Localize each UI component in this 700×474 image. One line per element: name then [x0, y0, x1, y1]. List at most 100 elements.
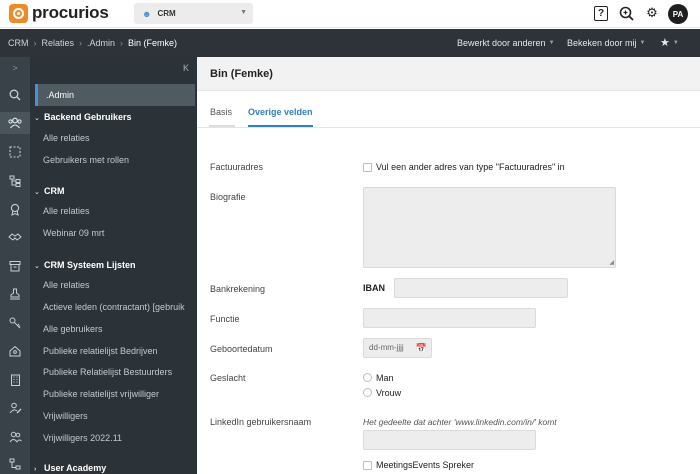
nav-group-label: CRM Systeem Lijsten: [44, 260, 136, 270]
chevron-down-icon: ▼: [672, 39, 679, 46]
user-edit-icon[interactable]: [0, 397, 30, 419]
breadcrumb-crm[interactable]: CRM: [8, 38, 29, 48]
linkedin-label: LinkedIn gebruikersnaam: [210, 417, 312, 427]
geboortedatum-label: Geboortedatum: [210, 344, 273, 354]
meetings-events-checkbox[interactable]: [363, 461, 372, 470]
nav-item-publieke-relatielijst-bedrijven[interactable]: Publieke relatielijst Bedrijven: [43, 346, 158, 356]
biografie-textarea[interactable]: ◢: [363, 187, 616, 268]
nav-item-admin[interactable]: .Admin: [35, 84, 195, 106]
resize-handle-icon[interactable]: ◢: [609, 259, 614, 266]
page-title: Bin (Femke): [210, 68, 273, 80]
edited-by-others-label: Bewerkt door anderen: [457, 38, 546, 48]
factuuradres-checkbox[interactable]: [363, 163, 372, 172]
nav-item-publieke-relatielijst-vrijwilliger[interactable]: Publieke relatielijst vrijwilliger: [43, 389, 159, 399]
chevron-down-icon: ⌄: [34, 189, 40, 196]
top-bar: procurios ☻ CRM ▼ ? ⚙ PA: [0, 0, 700, 28]
nav-item-alle-relaties[interactable]: Alle relaties: [43, 206, 90, 216]
factuuradres-checkbox-label[interactable]: Vul een ander adres van type "Factuuradr…: [376, 162, 565, 172]
breadcrumb-admin[interactable]: .Admin: [87, 38, 115, 48]
home-contact-icon[interactable]: [0, 340, 30, 362]
chevron-down-icon: ▼: [240, 9, 247, 16]
stamp-icon[interactable]: [0, 283, 30, 305]
procurios-logo-icon: [9, 3, 28, 23]
module-selector[interactable]: ☻ CRM ▼: [134, 3, 253, 24]
calendar-icon[interactable]: 📅: [416, 339, 427, 357]
nav-item-webinar[interactable]: Webinar 09 mrt: [43, 228, 104, 238]
nav-group-user-academy[interactable]: › User Academy: [30, 463, 106, 473]
zoom-search-icon[interactable]: [618, 5, 634, 21]
geslacht-option-man[interactable]: Man: [376, 373, 394, 383]
nav-item-gebruikers-met-rollen[interactable]: Gebruikers met rollen: [43, 155, 129, 165]
nav-panel: K .Admin ⌄ Backend Gebruikers Alle relati…: [30, 57, 197, 474]
factuuradres-label: Factuuradres: [210, 162, 264, 172]
nav-group-backend-gebruikers[interactable]: ⌄ Backend Gebruikers: [30, 112, 132, 122]
nav-group-label: Backend Gebruikers: [44, 112, 132, 122]
viewed-by-me-dropdown[interactable]: Bekeken door mij ▼: [567, 38, 646, 48]
geslacht-label: Geslacht: [210, 373, 246, 383]
chevron-down-icon: ▼: [639, 40, 646, 46]
nav-item-vrijwilligers[interactable]: Vrijwilligers: [43, 411, 88, 421]
award-icon[interactable]: [0, 198, 30, 220]
star-icon: ★: [660, 37, 670, 49]
geslacht-radio-vrouw[interactable]: [363, 388, 372, 397]
meetings-events-checkbox-label[interactable]: MeetingsEvents Spreker: [376, 460, 474, 470]
selection-icon[interactable]: [0, 141, 30, 163]
nav-group-label: User Academy: [44, 463, 107, 473]
breadcrumb-bar: CRM › Relaties › .Admin › Bin (Femke) Be…: [0, 29, 700, 57]
network-icon[interactable]: [0, 453, 30, 474]
favorite-star-dropdown[interactable]: ★ ▼: [660, 36, 679, 49]
chevron-down-icon: ⌄: [34, 263, 40, 270]
gear-icon[interactable]: ⚙: [644, 5, 660, 21]
handshake-icon[interactable]: [0, 226, 30, 248]
nav-item-vrijwilligers-2022[interactable]: Vrijwilligers 2022.11: [43, 433, 122, 443]
linkedin-input[interactable]: [363, 430, 536, 450]
expand-rail-icon[interactable]: >: [0, 57, 30, 79]
chevron-right-icon: ›: [34, 466, 37, 473]
nav-group-crm-systeem-lijsten[interactable]: ⌄ CRM Systeem Lijsten: [30, 260, 136, 270]
bankrekening-label: Bankrekening: [210, 284, 266, 294]
breadcrumb-separator: ›: [120, 38, 124, 48]
building-icon[interactable]: [0, 369, 30, 391]
key-icon[interactable]: [0, 312, 30, 334]
iban-input[interactable]: [394, 278, 568, 298]
geslacht-option-vrouw[interactable]: Vrouw: [376, 388, 401, 398]
collapse-panel-icon[interactable]: K: [183, 63, 189, 73]
module-icon-rail: >: [0, 57, 30, 474]
active-tab-indicator: [248, 125, 313, 127]
edited-by-others-dropdown[interactable]: Bewerkt door anderen ▼: [457, 38, 555, 48]
user-group-icon[interactable]: [0, 426, 30, 448]
chevron-down-icon: ▼: [548, 40, 555, 46]
relations-icon[interactable]: [0, 112, 30, 134]
geboortedatum-input[interactable]: dd-mm-jjjj 📅: [363, 338, 432, 358]
breadcrumb-separator: ›: [79, 38, 83, 48]
breadcrumb-relaties[interactable]: Relaties: [42, 38, 75, 48]
archive-icon[interactable]: [0, 255, 30, 277]
nav-item-actieve-leden[interactable]: Actieve leden (contractant) [gebruik: [43, 302, 185, 312]
main-content: Bin (Femke) Basis Overige velden Factuur…: [197, 57, 700, 474]
hierarchy-icon[interactable]: [0, 170, 30, 192]
nav-item-alle-relaties[interactable]: Alle relaties: [43, 133, 90, 143]
tab-basis[interactable]: Basis: [210, 107, 232, 117]
iban-label: IBAN: [363, 283, 385, 293]
users-icon: ☻: [142, 8, 152, 19]
geslacht-radio-man[interactable]: [363, 373, 372, 382]
date-placeholder: dd-mm-jjjj: [369, 343, 404, 352]
functie-label: Functie: [210, 314, 240, 324]
nav-item-alle-relaties[interactable]: Alle relaties: [43, 280, 90, 290]
tab-overige-velden[interactable]: Overige velden: [248, 107, 313, 117]
nav-item-alle-gebruikers[interactable]: Alle gebruikers: [43, 324, 103, 334]
procurios-logo[interactable]: procurios: [9, 3, 109, 23]
logo-text: procurios: [32, 3, 109, 22]
avatar[interactable]: PA: [668, 4, 688, 24]
nav-item-publieke-relatielijst-bestuurders[interactable]: Publieke Relatielijst Bestuurders: [43, 367, 172, 377]
chevron-down-icon: ⌄: [34, 115, 40, 122]
breadcrumb: CRM › Relaties › .Admin › Bin (Femke): [8, 38, 177, 48]
functie-input[interactable]: [363, 308, 536, 328]
tab-bar: Basis Overige velden: [197, 91, 700, 128]
search-icon[interactable]: [0, 84, 30, 106]
help-icon[interactable]: ?: [594, 6, 608, 21]
tab-basis-underline: [209, 125, 235, 127]
viewed-by-me-label: Bekeken door mij: [567, 38, 637, 48]
nav-group-crm[interactable]: ⌄ CRM: [30, 186, 65, 196]
breadcrumb-current: Bin (Femke): [128, 38, 178, 48]
